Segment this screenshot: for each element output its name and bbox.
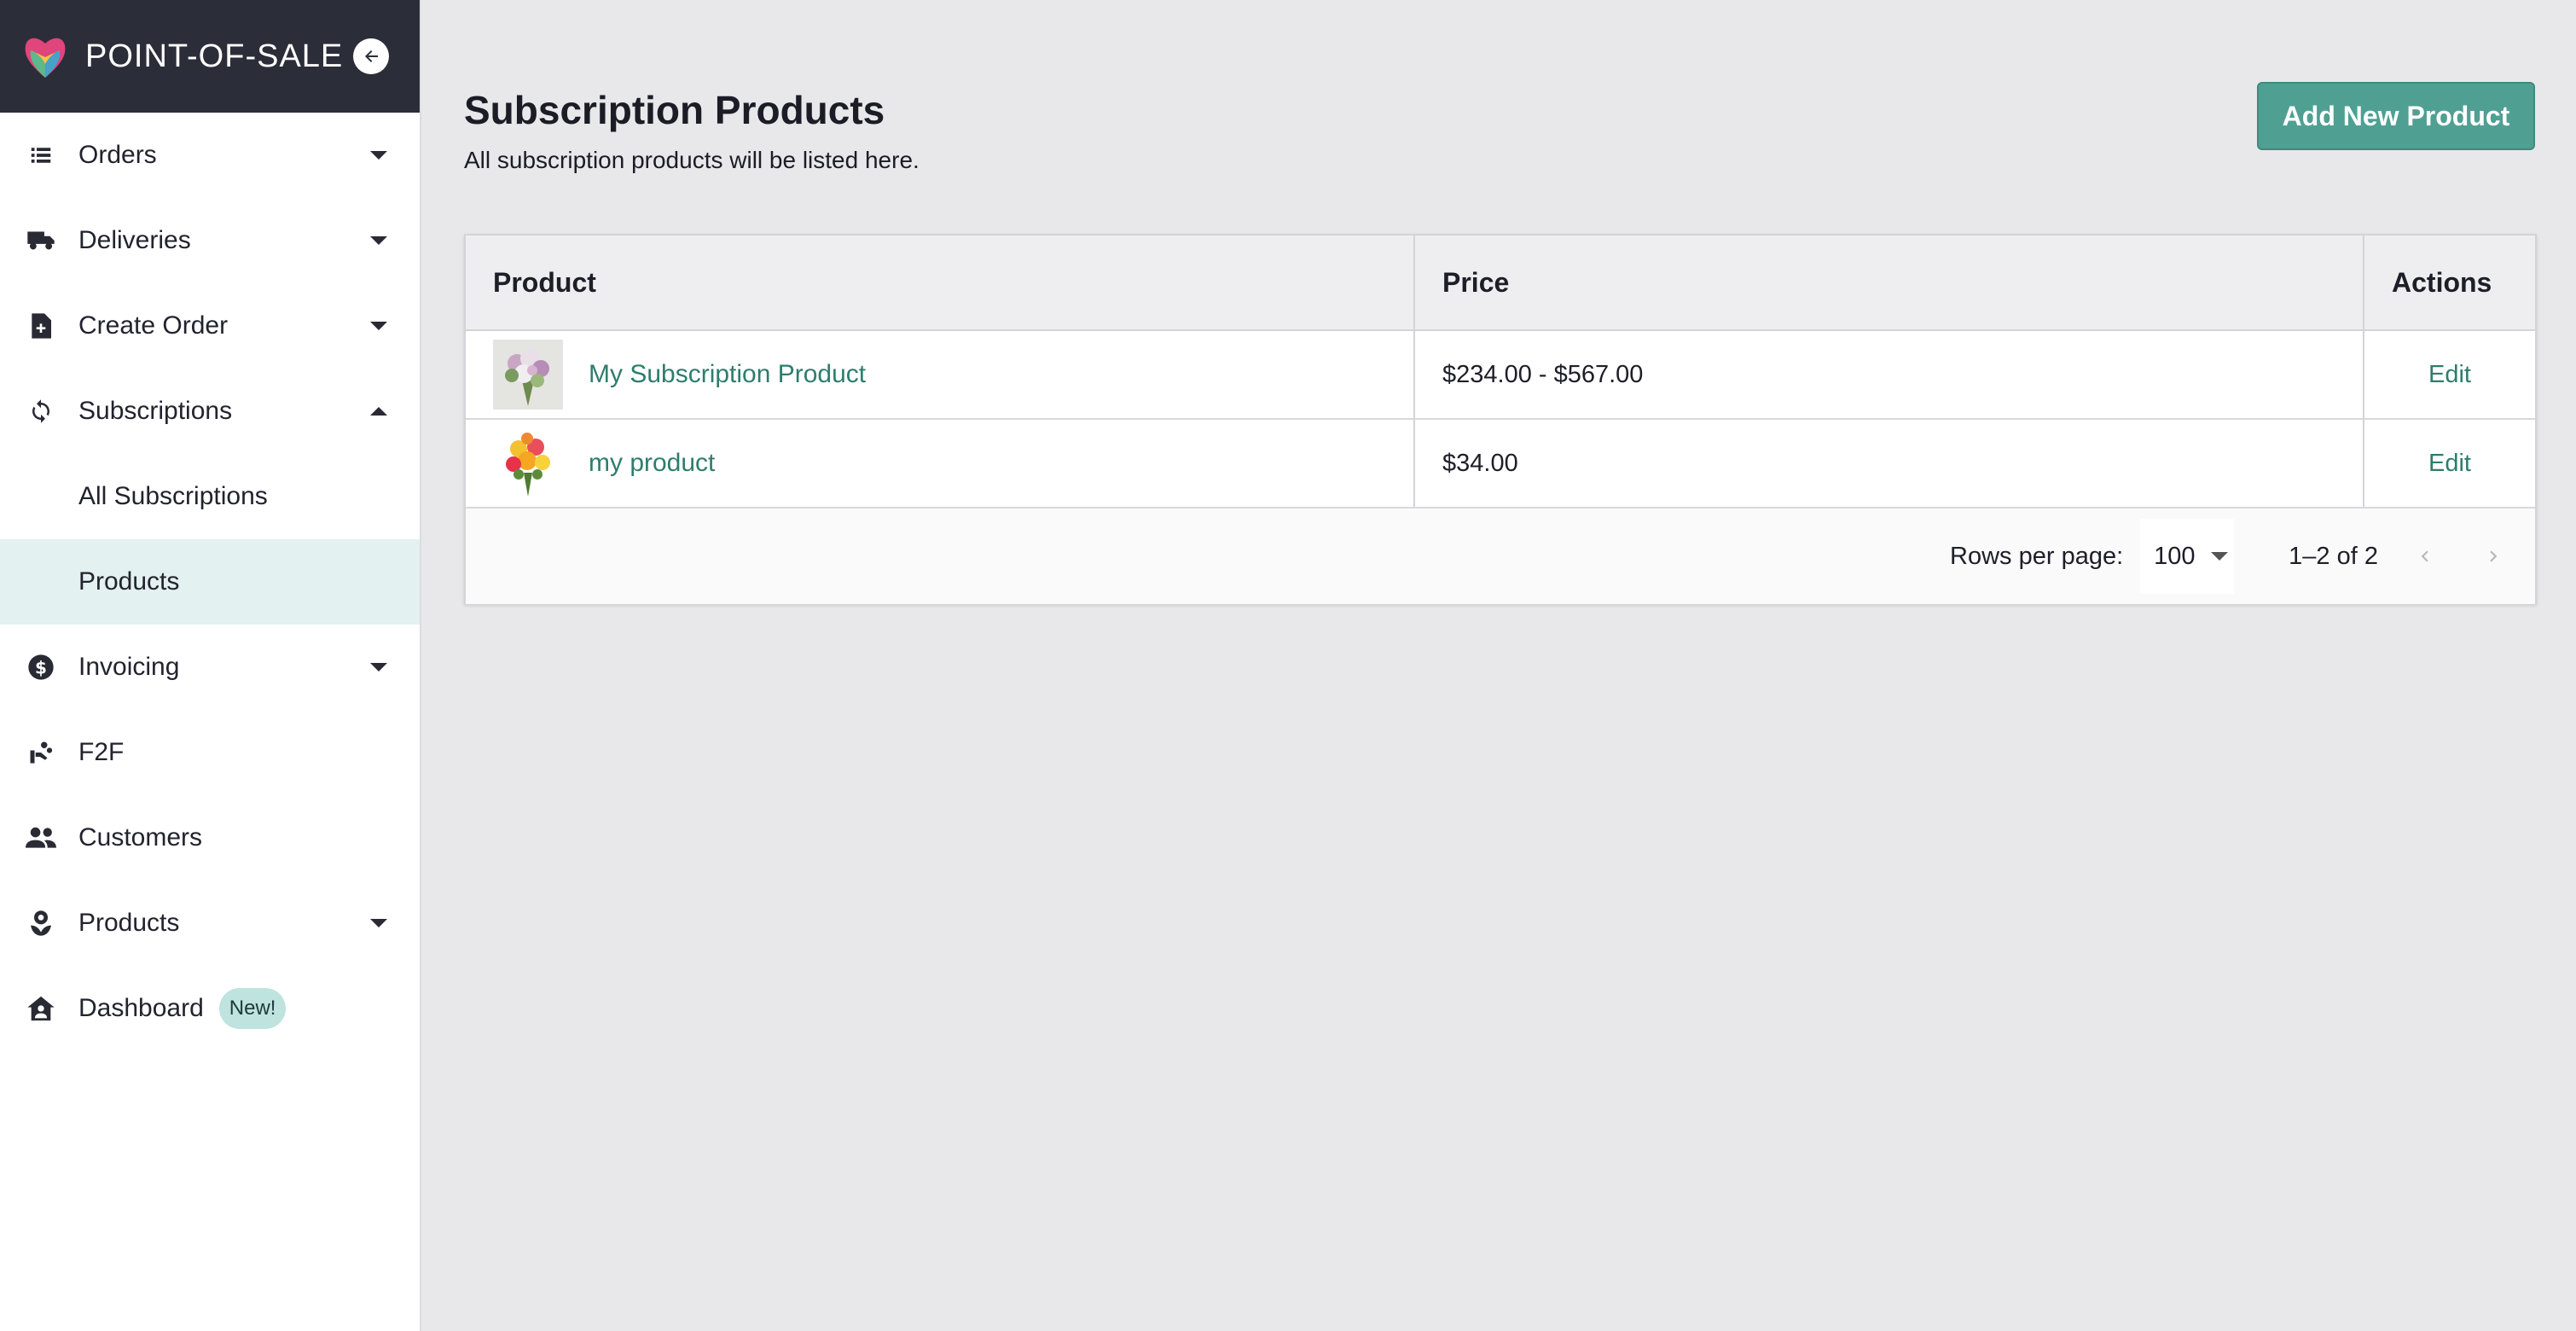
chevron-down-icon bbox=[370, 663, 387, 671]
sidebar-item-label: Customers bbox=[78, 823, 203, 851]
chevron-down-icon bbox=[370, 919, 387, 927]
add-new-product-button[interactable]: Add New Product bbox=[2257, 82, 2535, 150]
brand-header: POINT-OF-SALE bbox=[0, 0, 420, 113]
product-name-link[interactable]: my product bbox=[589, 449, 715, 478]
product-name-link[interactable]: My Subscription Product bbox=[589, 360, 866, 389]
sidebar-item-label: Create Order bbox=[78, 311, 229, 340]
column-header-price: Price bbox=[1415, 235, 2364, 329]
sidebar-item-customers[interactable]: Customers bbox=[0, 795, 420, 881]
hand-flower-icon bbox=[24, 735, 58, 770]
product-price: $234.00 - $567.00 bbox=[1442, 360, 1644, 388]
table-row: my product $34.00 Edit bbox=[466, 420, 2535, 509]
sidebar-subitem-all-subscriptions[interactable]: All Subscriptions bbox=[0, 454, 420, 539]
sidebar-item-dashboard[interactable]: Dashboard New! bbox=[0, 966, 420, 1051]
sidebar-item-invoicing[interactable]: $ Invoicing bbox=[0, 625, 420, 710]
actions-cell: Edit bbox=[2364, 331, 2535, 418]
sync-icon bbox=[24, 394, 58, 428]
product-thumbnail bbox=[493, 428, 563, 498]
sidebar-item-label: Subscriptions bbox=[78, 397, 233, 425]
svg-text:$: $ bbox=[35, 657, 47, 677]
truck-icon bbox=[24, 224, 58, 258]
chevron-down-icon bbox=[370, 322, 387, 330]
sidebar-item-f2f[interactable]: F2F bbox=[0, 710, 420, 795]
sidebar-item-label: Deliveries bbox=[78, 226, 191, 254]
file-plus-icon bbox=[24, 309, 58, 343]
new-badge: New! bbox=[218, 988, 287, 1029]
rows-per-page-label: Rows per page: bbox=[1950, 542, 2124, 570]
sidebar-item-label: Dashboard bbox=[78, 994, 204, 1022]
sidebar: POINT-OF-SALE Orders Deliveries Create O… bbox=[0, 0, 421, 1331]
edit-button[interactable]: Edit bbox=[2428, 450, 2471, 478]
chevron-down-icon bbox=[370, 236, 387, 245]
page-title: Subscription Products bbox=[464, 88, 885, 132]
chevron-right-icon bbox=[2490, 550, 2498, 562]
product-cell: my product bbox=[466, 420, 1415, 507]
product-cell: My Subscription Product bbox=[466, 331, 1415, 418]
dollar-circle-icon: $ bbox=[24, 650, 58, 684]
column-header-product: Product bbox=[466, 235, 1415, 329]
chevron-down-icon bbox=[370, 151, 387, 160]
sidebar-subitem-products[interactable]: Products bbox=[0, 539, 420, 625]
actions-cell: Edit bbox=[2364, 420, 2535, 507]
sidebar-item-label: Invoicing bbox=[78, 653, 180, 681]
previous-page-button[interactable] bbox=[2404, 535, 2446, 578]
sidebar-item-label: F2F bbox=[78, 738, 125, 766]
chevron-down-icon bbox=[2210, 552, 2228, 561]
page-subtitle: All subscription products will be listed… bbox=[464, 147, 920, 173]
list-icon bbox=[24, 138, 58, 172]
column-header-actions: Actions bbox=[2392, 266, 2492, 298]
chevron-up-icon bbox=[370, 407, 387, 416]
sidebar-item-products[interactable]: Products bbox=[0, 881, 420, 966]
main-content: Subscription Products All subscription p… bbox=[421, 0, 2576, 1331]
collapse-sidebar-button[interactable] bbox=[353, 38, 389, 74]
product-price: $34.00 bbox=[1442, 449, 1518, 477]
next-page-button[interactable] bbox=[2472, 535, 2515, 578]
edit-button[interactable]: Edit bbox=[2428, 361, 2471, 389]
sidebar-item-subscriptions[interactable]: Subscriptions bbox=[0, 369, 420, 454]
brand-title: POINT-OF-SALE bbox=[85, 38, 344, 74]
table-row: My Subscription Product $234.00 - $567.0… bbox=[466, 331, 2535, 420]
sidebar-item-label: Products bbox=[78, 909, 180, 937]
table-pagination: Rows per page: 100 1–2 of 2 bbox=[466, 509, 2535, 604]
people-icon bbox=[24, 821, 58, 855]
home-account-icon bbox=[24, 991, 58, 1026]
rows-per-page-value: 100 bbox=[2154, 542, 2196, 570]
sidebar-item-label: Orders bbox=[78, 141, 157, 169]
price-cell: $34.00 bbox=[1415, 420, 2364, 507]
sidebar-item-orders[interactable]: Orders bbox=[0, 113, 420, 198]
table-header: Product Price Actions bbox=[466, 235, 2535, 331]
product-thumbnail bbox=[493, 340, 563, 410]
products-table: Product Price Actions My Subscription Pr… bbox=[464, 234, 2537, 604]
price-cell: $234.00 - $567.00 bbox=[1415, 331, 2364, 418]
chevron-left-icon bbox=[2421, 550, 2428, 562]
arrow-left-icon bbox=[365, 50, 378, 62]
heart-logo-icon bbox=[20, 32, 70, 81]
pagination-range: 1–2 of 2 bbox=[2289, 542, 2378, 570]
sidebar-item-create-order[interactable]: Create Order bbox=[0, 283, 420, 369]
sidebar-item-deliveries[interactable]: Deliveries bbox=[0, 198, 420, 283]
flower-icon bbox=[24, 906, 58, 940]
rows-per-page-select[interactable]: 100 bbox=[2140, 519, 2235, 594]
